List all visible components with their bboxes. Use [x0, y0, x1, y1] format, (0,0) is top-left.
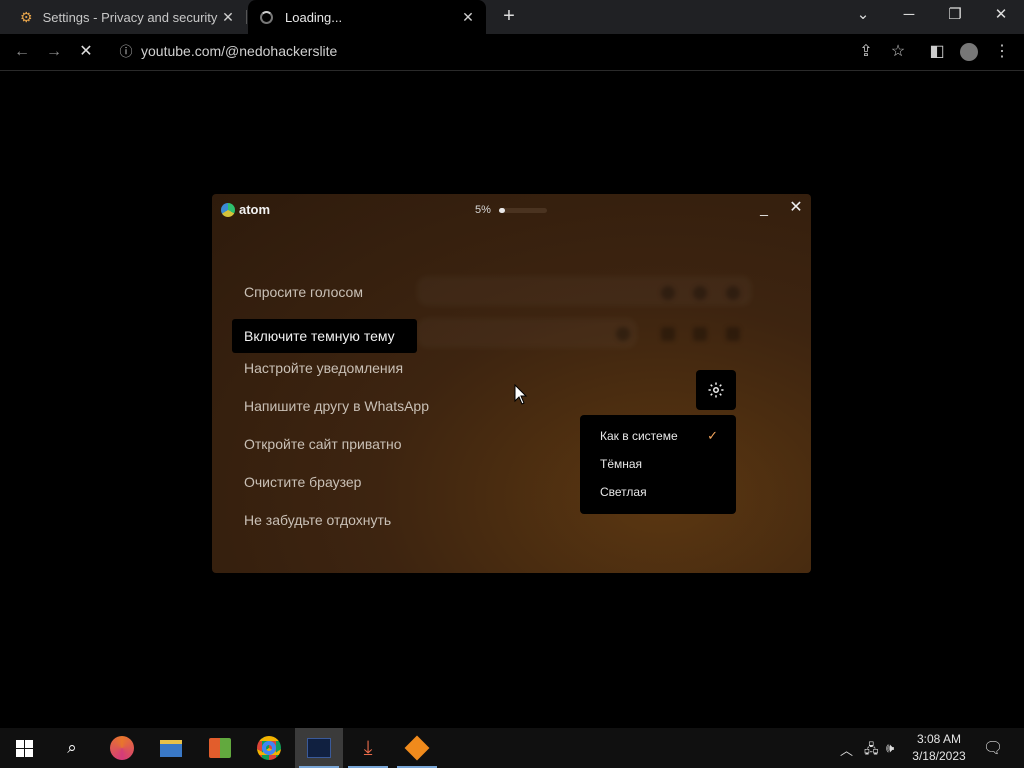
- menu-item-whatsapp[interactable]: Напишите другу в WhatsApp: [232, 392, 429, 430]
- show-hidden-icons-chevron[interactable]: ︿: [840, 740, 853, 759]
- clock-date: 3/18/2023: [912, 749, 966, 763]
- checkmark-icon: ✓: [707, 428, 718, 443]
- progress-fill: [499, 208, 505, 213]
- atom-window: atom 5% _ ✕ Спросите голосом Включите те…: [212, 194, 811, 573]
- taskbar-edge[interactable]: [98, 728, 146, 768]
- restore-window-button[interactable]: ❐: [932, 0, 978, 34]
- blurred-preview-dot: [616, 327, 630, 341]
- tab-settings[interactable]: ⚙ Settings - Privacy and security ✕: [0, 0, 246, 34]
- theme-option-label: Тёмная: [600, 457, 643, 471]
- forward-arrow-icon[interactable]: →: [42, 40, 66, 64]
- volume-icon[interactable]: 🕪: [886, 740, 894, 756]
- feature-menu: Спросите голосом Включите темную тему На…: [232, 278, 429, 544]
- tab-title: Settings - Privacy and security: [42, 9, 218, 25]
- url-host: youtube.com: [141, 43, 222, 59]
- blurred-preview-dot: [661, 286, 675, 300]
- taskbar-atom-active[interactable]: [295, 728, 343, 768]
- minimize-window-button[interactable]: ─: [886, 0, 932, 34]
- atom-app-icon: [307, 738, 331, 758]
- theme-option-dark[interactable]: Тёмная: [580, 450, 736, 478]
- taskbar-store[interactable]: [196, 728, 244, 768]
- mouse-cursor-icon: [514, 384, 528, 405]
- folder-icon: [160, 739, 182, 757]
- blurred-preview-dot: [693, 327, 707, 341]
- menu-item-rest[interactable]: Не забудьте отдохнуть: [232, 506, 429, 544]
- notifications-icon[interactable]: 🗨: [983, 738, 1003, 758]
- taskbar: ⌕ ⤓ ︿ 🖧 🕪 3:08 AM 3/18/2023 🗨: [0, 728, 1024, 768]
- search-icon: ⌕: [67, 738, 77, 757]
- menu-item-dark-theme[interactable]: Включите темную тему: [232, 319, 417, 353]
- windows-logo-icon: [15, 739, 33, 757]
- blurred-preview-bar: [417, 318, 637, 348]
- bookmark-star-icon[interactable]: ☆: [886, 40, 910, 64]
- stop-loading-icon[interactable]: ✕: [74, 40, 98, 64]
- taskbar-file-explorer[interactable]: [147, 728, 195, 768]
- atom-minimize-button[interactable]: _: [757, 201, 771, 216]
- system-clock[interactable]: 3:08 AM 3/18/2023: [906, 731, 972, 765]
- tab-separator: [246, 10, 247, 24]
- package-box-icon: [404, 735, 430, 761]
- progress-bar: [499, 208, 547, 213]
- tab-search-chevron-icon[interactable]: ⌄: [840, 0, 886, 34]
- clock-time: 3:08 AM: [916, 732, 962, 746]
- theme-option-label: Как в системе: [600, 429, 678, 443]
- taskbar-installer[interactable]: ⤓: [344, 728, 392, 768]
- blurred-preview-dot: [661, 327, 675, 341]
- url-path: /@nedohackerslite: [221, 43, 338, 59]
- site-info-icon[interactable]: ⓘ: [114, 40, 138, 64]
- store-icon: [209, 738, 231, 758]
- close-tab-icon[interactable]: ✕: [460, 9, 476, 25]
- atom-logo: atom: [221, 202, 270, 217]
- atom-logo-text: atom: [239, 202, 271, 217]
- taskbar-package[interactable]: [393, 728, 441, 768]
- atom-close-button[interactable]: ✕: [789, 200, 803, 216]
- browser-toolbar: ← → ✕ ⓘ youtube.com/@nedohackerslite ⇪ ☆…: [0, 34, 1024, 71]
- share-icon[interactable]: ⇪: [854, 40, 878, 64]
- menu-item-notifications[interactable]: Настройте уведомления: [232, 354, 429, 392]
- theme-option-light[interactable]: Светлая: [580, 478, 736, 506]
- new-tab-button[interactable]: +: [498, 5, 520, 27]
- side-panel-icon[interactable]: ◧: [925, 40, 949, 64]
- blurred-preview-dot: [693, 286, 707, 300]
- gear-icon: [708, 382, 724, 398]
- more-menu-icon[interactable]: ⋮: [990, 40, 1014, 64]
- tab-title: Loading...: [285, 9, 343, 25]
- theme-option-label: Светлая: [600, 485, 647, 499]
- menu-item-private[interactable]: Откройте сайт приватно: [232, 430, 429, 468]
- search-button[interactable]: ⌕: [48, 728, 96, 768]
- theme-settings-button[interactable]: [696, 370, 736, 410]
- blurred-preview-dot: [726, 286, 740, 300]
- close-window-button[interactable]: ✕: [978, 0, 1024, 34]
- theme-option-system[interactable]: Как в системе ✓: [580, 422, 736, 450]
- windows-start-button[interactable]: [0, 728, 48, 768]
- taskbar-chrome[interactable]: [245, 728, 293, 768]
- progress-label: 5%: [475, 204, 491, 216]
- close-tab-icon[interactable]: ✕: [220, 9, 236, 25]
- profile-avatar-icon[interactable]: [957, 40, 981, 64]
- gear-icon: ⚙: [20, 8, 33, 25]
- menu-item-voice[interactable]: Спросите голосом: [232, 278, 429, 316]
- theme-dropdown: Как в системе ✓ Тёмная Светлая: [580, 415, 736, 514]
- atom-logo-icon: [221, 202, 235, 217]
- network-icon[interactable]: 🖧: [864, 740, 879, 762]
- back-arrow-icon[interactable]: ←: [10, 40, 34, 64]
- menu-item-clear-browser[interactable]: Очистите браузер: [232, 468, 429, 506]
- loading-spinner-icon: [260, 10, 273, 24]
- download-icon: ⤓: [363, 736, 373, 759]
- tab-loading[interactable]: Loading... ✕: [248, 0, 486, 34]
- address-bar[interactable]: youtube.com/@nedohackerslite: [141, 43, 337, 59]
- tab-strip: ⚙ Settings - Privacy and security ✕ Load…: [0, 0, 1024, 34]
- chrome-icon: [257, 736, 281, 760]
- edge-browser-icon: [110, 736, 134, 760]
- blurred-preview-dot: [726, 327, 740, 341]
